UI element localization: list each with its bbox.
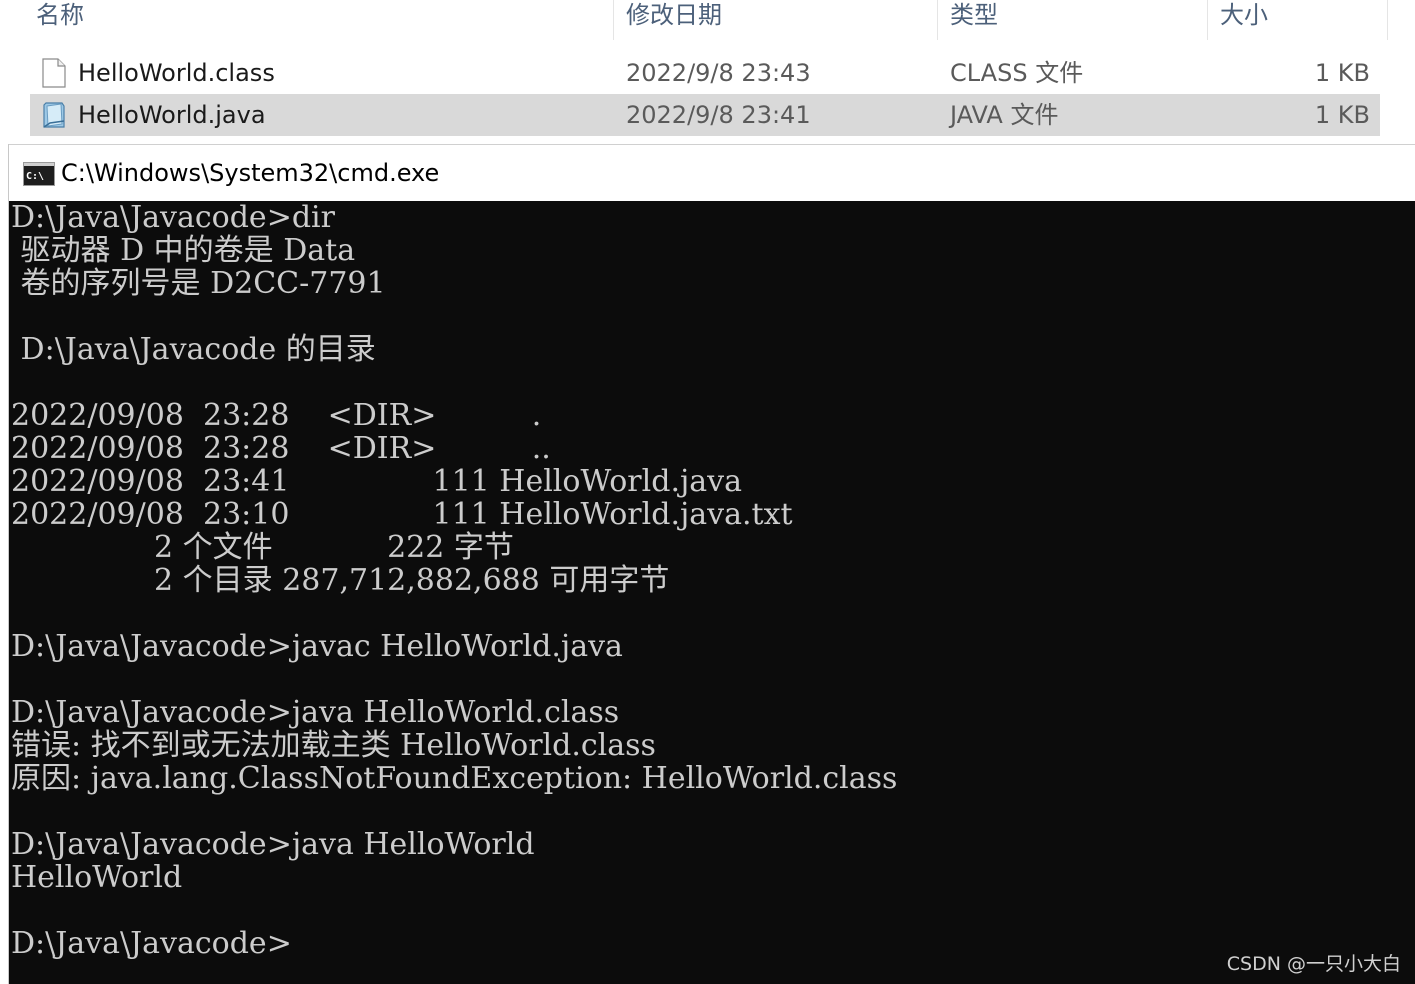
java-file-icon xyxy=(43,102,65,128)
console-line: D:\Java\Javacode 的目录 xyxy=(11,332,376,367)
file-explorer-list: 名称 修改日期 类型 大小 HelloWorld.class 2022/9/8 … xyxy=(0,0,1415,145)
console-line: D:\Java\Javacode>java HelloWorld.class xyxy=(11,695,620,730)
column-header: 名称 修改日期 类型 大小 xyxy=(0,0,1415,40)
file-size: 1 KB xyxy=(1314,101,1370,129)
file-name: HelloWorld.java xyxy=(78,101,266,129)
cmd-window[interactable]: C:\ C:\Windows\System32\cmd.exe D:\Java\… xyxy=(8,144,1415,984)
cmd-title-bar[interactable]: C:\ C:\Windows\System32\cmd.exe xyxy=(9,144,1415,201)
svg-text:C:\: C:\ xyxy=(26,171,44,182)
console-line: D:\Java\Javacode> xyxy=(11,926,292,961)
console-line: D:\Java\Javacode>java HelloWorld xyxy=(11,827,535,862)
column-header-name[interactable]: 名称 xyxy=(36,0,84,40)
column-divider[interactable] xyxy=(1207,0,1208,40)
command-prompt-icon: C:\ xyxy=(23,162,55,186)
console-line: HelloWorld xyxy=(11,860,183,895)
blank-file-icon xyxy=(42,58,66,88)
column-header-date[interactable]: 修改日期 xyxy=(626,0,722,40)
file-type: JAVA 文件 xyxy=(950,101,1059,129)
file-name: HelloWorld.class xyxy=(78,59,275,87)
cmd-window-title: C:\Windows\System32\cmd.exe xyxy=(61,159,440,187)
console-output[interactable]: D:\Java\Javacode>dir 驱动器 D 中的卷是 Data 卷的序… xyxy=(11,201,1411,984)
file-row-helloworld-java[interactable]: HelloWorld.java 2022/9/8 23:41 JAVA 文件 1… xyxy=(30,94,1380,136)
console-line: D:\Java\Javacode>dir xyxy=(11,201,335,235)
console-line: 驱动器 D 中的卷是 Data xyxy=(11,233,356,268)
column-header-type[interactable]: 类型 xyxy=(950,0,998,40)
console-line: 错误: 找不到或无法加载主类 HelloWorld.class xyxy=(11,728,656,763)
console-line: 2022/09/08 23:10 111 HelloWorld.java.txt xyxy=(11,497,793,532)
console-line: 2022/09/08 23:28 <DIR> .. xyxy=(11,431,551,466)
console-line: 2 个目录 287,712,882,688 可用字节 xyxy=(11,563,670,598)
watermark: CSDN @一只小大白 xyxy=(1226,953,1401,975)
console-line: 2022/09/08 23:28 <DIR> . xyxy=(11,398,542,433)
column-divider[interactable] xyxy=(937,0,938,40)
column-divider[interactable] xyxy=(613,0,614,40)
file-date: 2022/9/8 23:43 xyxy=(626,59,811,87)
console-line: D:\Java\Javacode>javac HelloWorld.java xyxy=(11,629,623,664)
column-divider[interactable] xyxy=(1387,0,1388,40)
file-row-helloworld-class[interactable]: HelloWorld.class 2022/9/8 23:43 CLASS 文件… xyxy=(30,52,1380,94)
file-type: CLASS 文件 xyxy=(950,59,1084,87)
console-line: 原因: java.lang.ClassNotFoundException: He… xyxy=(11,761,898,796)
console-line: 2 个文件 222 字节 xyxy=(11,530,514,565)
column-header-size[interactable]: 大小 xyxy=(1220,0,1268,40)
file-size: 1 KB xyxy=(1314,59,1370,87)
console-line: 2022/09/08 23:41 111 HelloWorld.java xyxy=(11,464,743,499)
file-date: 2022/9/8 23:41 xyxy=(626,101,811,129)
console-line: 卷的序列号是 D2CC-7791 xyxy=(11,266,386,301)
